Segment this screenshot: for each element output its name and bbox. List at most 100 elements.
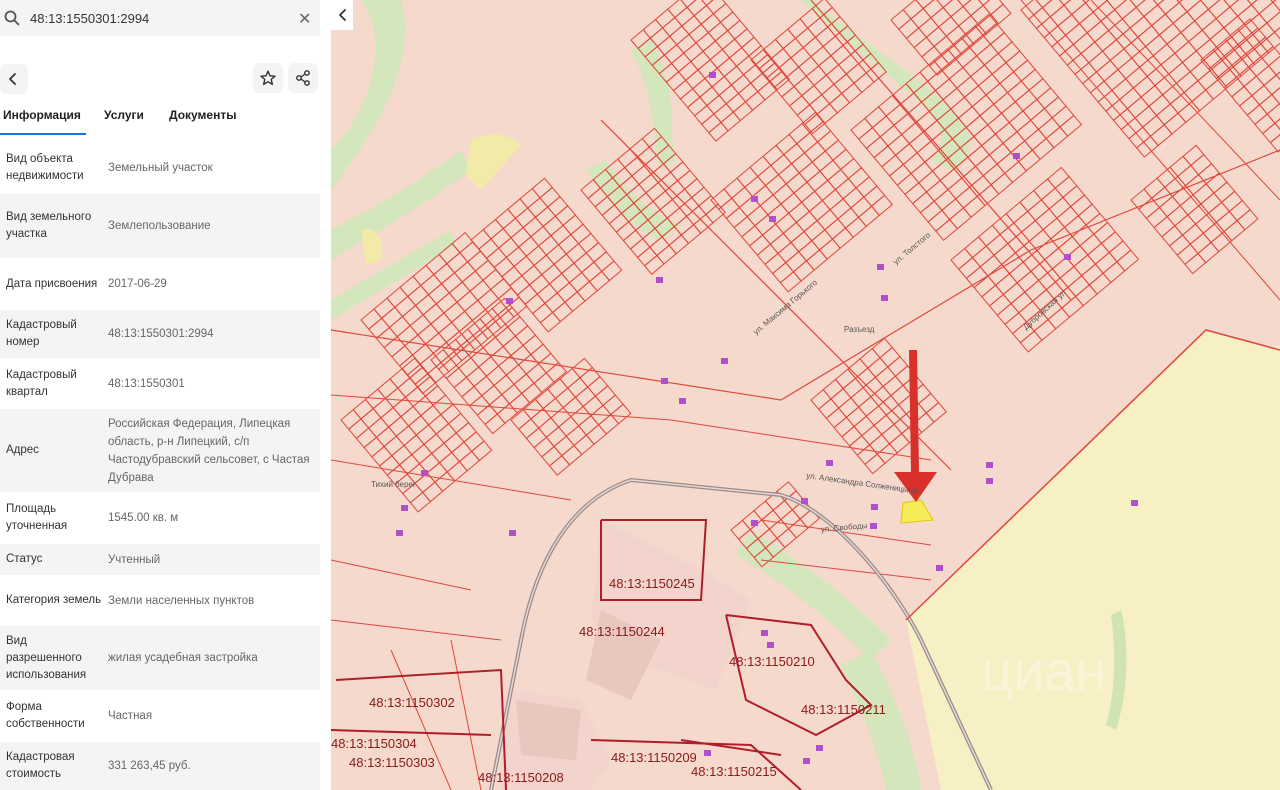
land-plot[interactable]: [790, 152, 813, 174]
land-plot[interactable]: [1258, 93, 1280, 115]
land-plot[interactable]: [565, 425, 588, 447]
land-plot[interactable]: [567, 377, 589, 398]
land-plot[interactable]: [1161, 225, 1184, 247]
land-plot[interactable]: [816, 103, 838, 124]
parcel-number-label[interactable]: 48:13:1150210: [729, 654, 815, 669]
land-plot[interactable]: [874, 366, 897, 388]
land-plot[interactable]: [974, 0, 997, 7]
land-plot[interactable]: [387, 416, 410, 437]
land-plot[interactable]: [461, 385, 483, 407]
selected-parcel[interactable]: [900, 499, 934, 524]
map-canvas[interactable]: ул. Александра Солженицына ул. Свободы у…: [331, 0, 1280, 790]
land-plot[interactable]: [856, 444, 878, 466]
parcel-number-label[interactable]: 48:13:1150244: [579, 624, 665, 639]
land-plot[interactable]: [783, 142, 806, 165]
land-plot[interactable]: [772, 261, 795, 284]
land-plot[interactable]: [381, 306, 404, 329]
land-plot[interactable]: [508, 392, 531, 414]
land-plot[interactable]: [1017, 149, 1041, 172]
land-plot[interactable]: [367, 417, 390, 438]
land-plot[interactable]: [585, 424, 608, 446]
land-plot[interactable]: [427, 413, 450, 435]
land-plot[interactable]: [412, 395, 434, 417]
land-plot[interactable]: [531, 177, 553, 199]
land-plot[interactable]: [1275, 64, 1280, 86]
land-plot[interactable]: [493, 256, 515, 278]
land-plot[interactable]: [1251, 84, 1273, 106]
land-plot[interactable]: [1047, 307, 1071, 330]
land-plot[interactable]: [810, 389, 832, 410]
land-plot[interactable]: [826, 168, 850, 191]
land-plot[interactable]: [798, 161, 821, 183]
land-plot[interactable]: [360, 308, 383, 330]
land-plot[interactable]: [1260, 45, 1280, 67]
land-plot[interactable]: [934, 0, 957, 9]
land-plot[interactable]: [1174, 214, 1197, 236]
land-plot[interactable]: [1145, 206, 1168, 229]
land-plot[interactable]: [577, 414, 600, 436]
land-plot[interactable]: [930, 6, 952, 28]
land-plot[interactable]: [890, 9, 912, 30]
land-plot[interactable]: [741, 225, 764, 247]
land-plot[interactable]: [643, 254, 665, 275]
land-plot[interactable]: [790, 46, 812, 68]
land-plot[interactable]: [502, 335, 524, 357]
land-plot[interactable]: [539, 311, 562, 333]
land-plot[interactable]: [831, 227, 854, 249]
land-plot[interactable]: [814, 26, 837, 48]
land-plot[interactable]: [863, 185, 886, 207]
land-plot[interactable]: [1138, 197, 1161, 220]
land-plot[interactable]: [407, 414, 430, 436]
land-plot[interactable]: [800, 190, 824, 213]
land-plot[interactable]: [816, 209, 839, 231]
parcel-number-label[interactable]: 48:13:1150215: [691, 764, 777, 779]
land-plot[interactable]: [950, 5, 972, 27]
land-plot[interactable]: [601, 260, 623, 282]
land-plot[interactable]: [720, 111, 742, 132]
land-plot[interactable]: [448, 281, 471, 303]
land-plot[interactable]: [597, 413, 620, 435]
land-plot[interactable]: [1059, 114, 1083, 137]
land-plot[interactable]: [554, 387, 577, 409]
land-plot[interactable]: [857, 205, 880, 228]
land-plot[interactable]: [553, 435, 575, 457]
land-plot[interactable]: [1045, 126, 1069, 149]
parcel-number-label[interactable]: 48:13:1150245: [609, 576, 695, 591]
land-plot[interactable]: [474, 259, 497, 281]
land-plot[interactable]: [340, 409, 362, 430]
land-plot[interactable]: [723, 177, 746, 199]
land-plot[interactable]: [386, 286, 409, 309]
land-plot[interactable]: [537, 234, 560, 256]
land-plot[interactable]: [1273, 19, 1280, 43]
land-plot[interactable]: [850, 386, 872, 408]
land-plot[interactable]: [1176, 243, 1199, 266]
land-plot[interactable]: [840, 157, 863, 180]
land-plot[interactable]: [819, 159, 842, 182]
land-plot[interactable]: [505, 364, 528, 386]
parcel-number-label[interactable]: 48:13:1150304: [331, 736, 417, 751]
land-plot[interactable]: [725, 206, 748, 229]
land-plot[interactable]: [517, 353, 540, 375]
land-plot[interactable]: [785, 250, 808, 273]
land-plot[interactable]: [565, 243, 587, 264]
land-plot[interactable]: [423, 433, 445, 455]
land-plot[interactable]: [536, 283, 558, 304]
land-plot[interactable]: [821, 188, 844, 211]
land-plot[interactable]: [818, 238, 841, 260]
land-plot[interactable]: [811, 150, 834, 172]
land-plot[interactable]: [1263, 74, 1280, 96]
land-plot[interactable]: [380, 406, 402, 428]
land-plot[interactable]: [1127, 0, 1151, 9]
land-plot[interactable]: [548, 272, 571, 294]
land-plot[interactable]: [808, 93, 831, 115]
land-plot[interactable]: [525, 363, 547, 384]
land-plot[interactable]: [1149, 124, 1173, 147]
land-plot[interactable]: [521, 264, 543, 286]
land-plot[interactable]: [1033, 318, 1057, 342]
land-plot[interactable]: [1200, 192, 1223, 214]
land-plot[interactable]: [522, 216, 544, 238]
land-plot[interactable]: [407, 284, 430, 307]
land-plot[interactable]: [794, 27, 817, 49]
land-plot[interactable]: [801, 111, 824, 134]
land-plot[interactable]: [1204, 77, 1228, 100]
